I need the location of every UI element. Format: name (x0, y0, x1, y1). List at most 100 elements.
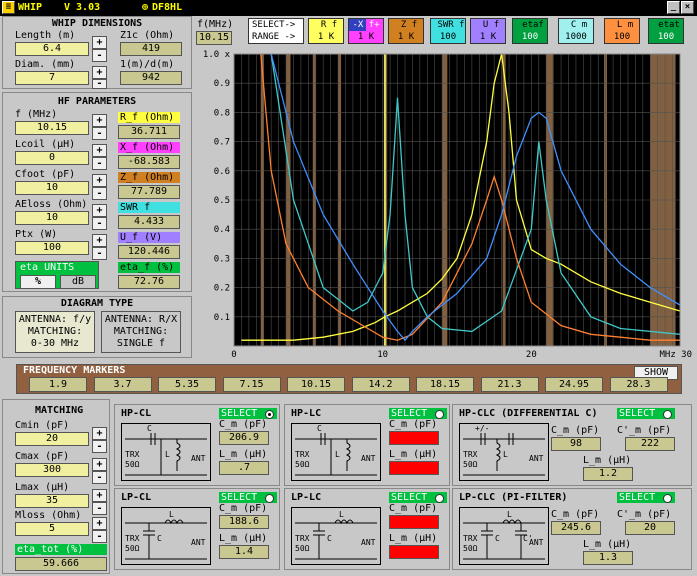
y-tick-label: 0.9 (214, 79, 230, 89)
cmax-field[interactable]: 300 (15, 463, 89, 477)
diagram-fy-line2: MATCHING: (27, 326, 83, 337)
network-select-button[interactable]: SELECT (389, 408, 447, 419)
aeloss-minus-button[interactable]: - (92, 217, 107, 230)
network-title: LP-CLC (PI-FILTER) (459, 492, 568, 503)
lmax-plus-button[interactable]: + (92, 489, 107, 502)
lcoil-field[interactable]: 0 (15, 151, 89, 165)
diam-field[interactable]: 7 (15, 71, 89, 85)
f-field[interactable]: 10.15 (15, 121, 89, 135)
frequency-marker[interactable]: 14.2 (351, 377, 410, 392)
f-minus-button[interactable]: - (92, 127, 107, 140)
mloss-field[interactable]: 5 (15, 522, 89, 536)
curve-select-button-0[interactable]: R f1 K (308, 18, 344, 44)
cmax-minus-button[interactable]: - (92, 471, 107, 484)
ptx-field[interactable]: 100 (15, 241, 89, 255)
trx-label: TRX (463, 450, 478, 459)
network-box-hp-clc-differential-c-: HP-CLC (DIFFERENTIAL C) SELECT TRX 50Ω ANT +/… (452, 404, 692, 486)
cmax-plus-button[interactable]: + (92, 458, 107, 471)
network-l-label: L_m (µH) (583, 455, 632, 466)
lmax-minus-button[interactable]: - (92, 502, 107, 515)
network-select-button[interactable]: SELECT (389, 492, 447, 503)
c-label: C (157, 534, 162, 543)
ptx-plus-button[interactable]: + (92, 234, 107, 247)
cmin-field[interactable]: 20 (15, 432, 89, 446)
network-select-button[interactable]: SELECT (219, 408, 277, 419)
diam-minus-button[interactable]: - (92, 79, 107, 89)
curve-select-button-4[interactable]: U f1 K (470, 18, 506, 44)
network-schematic: TRX50Ω ANT L C (291, 423, 381, 481)
cfoot-minus-button[interactable]: - (92, 187, 107, 200)
ant-label: ANT (529, 454, 544, 463)
curve-select-button-8[interactable]: etat 100 (648, 18, 684, 44)
network-select-button[interactable]: SELECT (617, 492, 675, 503)
frequency-marker[interactable]: 10.15 (287, 377, 345, 392)
eta-db-button[interactable]: dB (60, 275, 96, 289)
frequency-marker[interactable]: 7.15 (222, 377, 281, 392)
network-l-value: 1.3 (583, 551, 633, 565)
cfoot-label: Cfoot (pF) (15, 169, 76, 180)
y-tick-label: 0.6 (214, 167, 230, 177)
y-tick-label: 1.0 x (203, 50, 231, 60)
f-plus-button[interactable]: + (92, 114, 107, 127)
ptx-minus-button[interactable]: - (92, 247, 107, 260)
aeloss-field[interactable]: 10 (15, 211, 89, 225)
length-field[interactable]: 6.4 (15, 42, 89, 56)
ohm-label: 50Ω (295, 544, 310, 553)
diagram-fy-line1: ANTENNA: f/y (18, 314, 92, 325)
mloss-minus-button[interactable]: - (92, 530, 107, 543)
hf-parameters-header: HF PARAMETERS (57, 96, 137, 107)
frequency-marker[interactable]: 24.95 (545, 377, 603, 392)
close-icon[interactable]: × (681, 1, 694, 14)
frequency-marker[interactable]: 21.3 (480, 377, 539, 392)
minimize-icon[interactable]: _ (667, 1, 680, 14)
eta-units-label: eta UNITS (20, 262, 75, 273)
curve-select-button-7[interactable]: L m 100 (604, 18, 640, 44)
lcoil-minus-button[interactable]: - (92, 157, 107, 170)
range-label: RANGE -> (252, 32, 296, 42)
curve-select-button-1[interactable]: -X f+ 1 K (348, 18, 384, 44)
curve-select-button-2[interactable]: Z f1 K (388, 18, 424, 44)
eta-percent-button[interactable]: % (20, 275, 56, 289)
rf-value: 36.711 (118, 125, 180, 139)
frequency-marker[interactable]: 1.9 (29, 377, 87, 392)
network-select-button[interactable]: SELECT (219, 492, 277, 503)
frequency-marker[interactable]: 18.15 (416, 377, 474, 392)
curve-select-button-5[interactable]: etaf 100 (512, 18, 548, 44)
curve-range-label: 1000 (559, 31, 593, 43)
network-c2-label: C'_m (pF) (617, 425, 672, 436)
app-icon[interactable]: ≡ (2, 1, 15, 14)
y-tick-label: 0.1 (214, 313, 230, 323)
lcoil-plus-button[interactable]: + (92, 144, 107, 157)
swr-label: SWR f (118, 202, 180, 213)
cfoot-plus-button[interactable]: + (92, 174, 107, 187)
network-select-label: SELECT (619, 408, 656, 419)
curve-select-button-3[interactable]: SWR f 100 (430, 18, 466, 44)
network-l-label: L_m (µH) (219, 533, 268, 544)
uf-label: U_f (V) (118, 232, 180, 243)
title-bar: ≡ WHIP V 3.03 ⊕ DF8HL _ × (0, 0, 697, 16)
diagram-rx-button[interactable]: ANTENNA: R/X MATCHING: SINGLE f (101, 311, 181, 353)
frequency-marker[interactable]: 3.7 (93, 377, 152, 392)
mloss-plus-button[interactable]: + (92, 517, 107, 530)
curve-select-label: SWR f (431, 19, 465, 31)
cmin-plus-button[interactable]: + (92, 427, 107, 440)
cmin-minus-button[interactable]: - (92, 440, 107, 453)
length-plus-button[interactable]: + (92, 36, 107, 49)
zf-label: Z_f (Ohm) (118, 172, 180, 183)
cmax-label: Cmax (pF) (15, 451, 70, 462)
curve-select-button-6[interactable]: C m 1000 (558, 18, 594, 44)
frequency-marker[interactable]: 5.35 (158, 377, 216, 392)
lmax-field[interactable]: 35 (15, 494, 89, 508)
network-l-value (389, 545, 439, 559)
z1c-value: 419 (120, 42, 182, 56)
network-l-value: .7 (219, 461, 269, 475)
diagram-rx-line1: ANTENNA: R/X (104, 314, 178, 325)
aeloss-plus-button[interactable]: + (92, 204, 107, 217)
ptx-label: Ptx (W) (15, 229, 58, 240)
length-minus-button[interactable]: - (92, 49, 107, 62)
network-c-value: 245.6 (551, 521, 601, 535)
network-select-button[interactable]: SELECT (617, 408, 675, 419)
diagram-fy-button[interactable]: ANTENNA: f/y MATCHING: 0-30 MHz (15, 311, 95, 353)
frequency-marker[interactable]: 28.3 (609, 377, 668, 392)
cfoot-field[interactable]: 10 (15, 181, 89, 195)
